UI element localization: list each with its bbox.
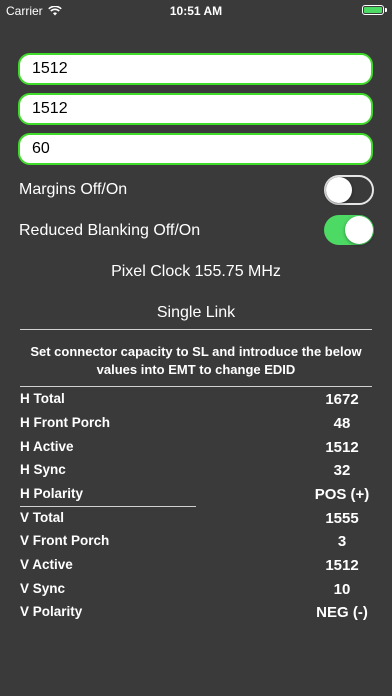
timing-value: 1672 <box>325 391 359 408</box>
timing-row-v-front-porch: V Front Porch 3 <box>20 533 372 555</box>
margins-toggle-label: Margins Off/On <box>19 181 128 198</box>
timing-label: H Total <box>20 391 65 406</box>
timing-value: POS (+) <box>314 486 370 503</box>
battery-icon <box>362 5 384 15</box>
link-type-text: Single Link <box>156 304 236 321</box>
instruction-text: Set connector capacity to SL and introdu… <box>30 344 362 377</box>
reduced-blanking-toggle-label: Reduced Blanking Off/On <box>19 222 201 239</box>
divider <box>20 506 196 507</box>
timing-value: 48 <box>333 415 351 432</box>
divider <box>20 329 372 330</box>
timing-row-h-front-porch: H Front Porch 48 <box>20 415 372 437</box>
timing-row-h-sync: H Sync 32 <box>20 462 372 484</box>
timing-label: V Sync <box>20 581 66 596</box>
horizontal-resolution-input[interactable] <box>18 53 373 85</box>
timing-label: H Front Porch <box>20 415 110 430</box>
timing-value: 1512 <box>325 439 359 456</box>
timing-label: H Sync <box>20 462 66 477</box>
divider <box>20 386 372 387</box>
timing-value: 1555 <box>325 510 359 527</box>
timing-row-v-sync: V Sync 10 <box>20 581 372 603</box>
timing-value: 3 <box>337 533 347 550</box>
timing-row-v-active: V Active 1512 <box>20 557 372 579</box>
timing-label: V Front Porch <box>20 533 110 548</box>
timing-row-h-total: H Total 1672 <box>20 391 372 413</box>
status-bar: Carrier 10:51 AM <box>0 0 392 22</box>
timing-label: V Polarity <box>20 604 83 619</box>
pixel-clock-text: Pixel Clock 155.75 MHz <box>111 263 281 280</box>
timing-value: 10 <box>333 581 351 598</box>
timing-row-h-active: H Active 1512 <box>20 439 372 461</box>
timing-row-v-polarity: V Polarity NEG (-) <box>20 604 372 626</box>
timing-label: H Active <box>20 439 74 454</box>
timing-value: 1512 <box>325 557 359 574</box>
clock-time: 10:51 AM <box>169 4 223 18</box>
refresh-rate-input[interactable] <box>18 133 373 165</box>
timing-label: V Active <box>20 557 73 572</box>
timing-label: H Polarity <box>20 486 84 501</box>
timing-row-v-total: V Total 1555 <box>20 510 372 532</box>
margins-toggle[interactable] <box>324 175 374 205</box>
timing-label: V Total <box>20 510 65 525</box>
vertical-resolution-input[interactable] <box>18 93 373 125</box>
timing-value: 32 <box>333 462 351 479</box>
reduced-blanking-toggle[interactable] <box>324 215 374 245</box>
timing-row-h-polarity: H Polarity POS (+) <box>20 486 372 508</box>
timing-value: NEG (-) <box>316 604 368 621</box>
